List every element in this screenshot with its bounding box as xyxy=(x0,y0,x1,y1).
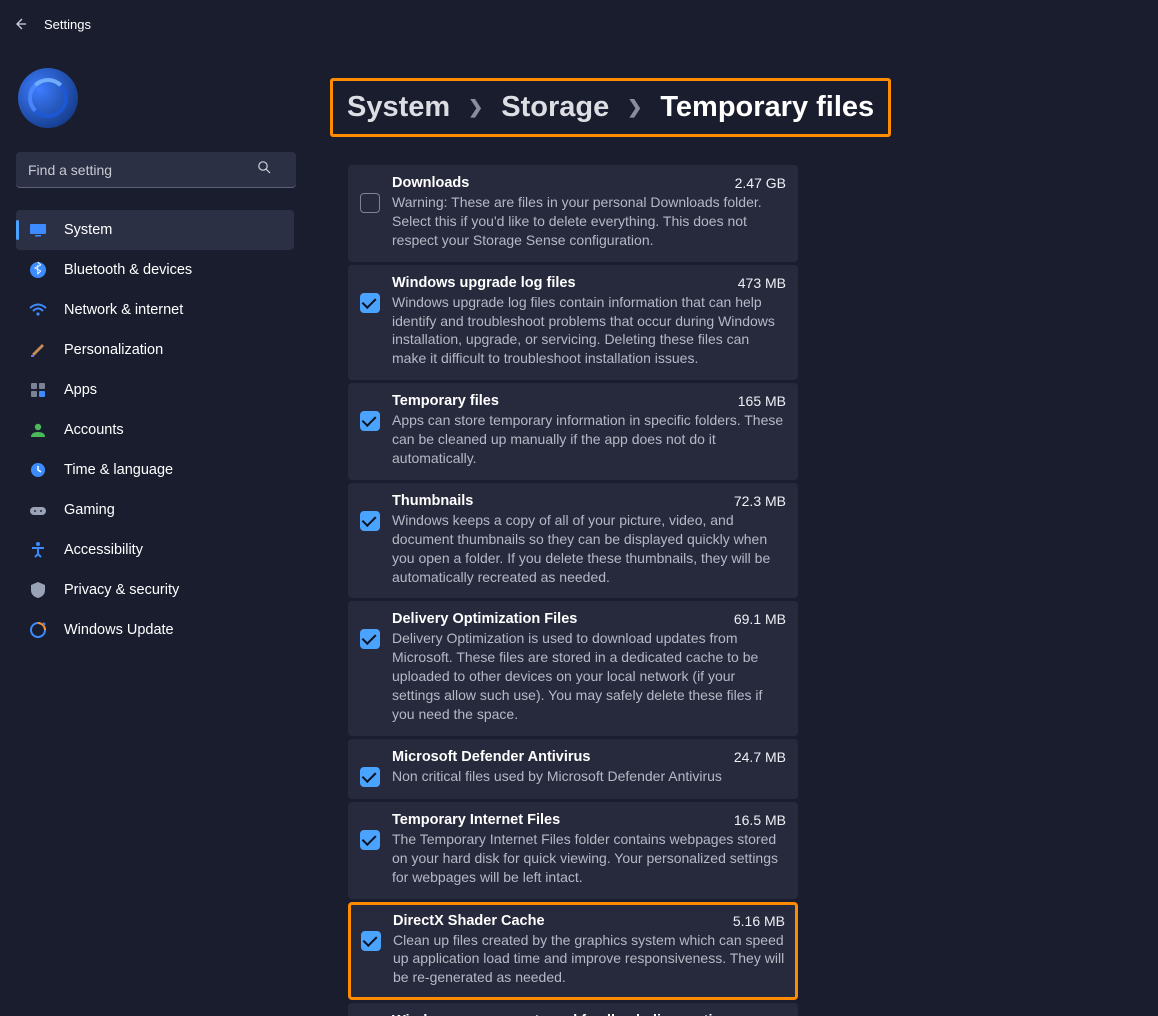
checkbox[interactable] xyxy=(360,629,380,649)
item-body: Downloads 2.47 GB Warning: These are fil… xyxy=(392,175,786,250)
breadcrumb: System ❯ Storage ❯ Temporary files xyxy=(330,78,891,137)
checkbox[interactable] xyxy=(361,931,381,951)
sidebar-item-apps[interactable]: Apps xyxy=(16,370,294,410)
list-item[interactable]: DirectX Shader Cache 5.16 MB Clean up fi… xyxy=(348,902,798,1001)
sidebar-item-personalization[interactable]: Personalization xyxy=(16,330,294,370)
sidebar-item-label: Apps xyxy=(64,382,97,398)
list-item[interactable]: Temporary Internet Files 16.5 MB The Tem… xyxy=(348,802,798,899)
accessibility-icon xyxy=(28,540,48,560)
list-item[interactable]: Delivery Optimization Files 69.1 MB Deli… xyxy=(348,601,798,735)
system-icon xyxy=(28,220,48,240)
sidebar-item-accessibility[interactable]: Accessibility xyxy=(16,530,294,570)
titlebar: Settings xyxy=(0,0,1158,48)
breadcrumb-storage[interactable]: Storage xyxy=(501,91,609,124)
sidebar-item-label: Bluetooth & devices xyxy=(64,262,192,278)
search-input[interactable] xyxy=(16,152,296,188)
main-panel: System ❯ Storage ❯ Temporary files Downl… xyxy=(310,48,1158,1016)
network-icon xyxy=(28,300,48,320)
item-size: 24.7 MB xyxy=(734,749,786,765)
sidebar-item-label: Windows Update xyxy=(64,622,174,638)
sidebar-item-label: System xyxy=(64,222,112,238)
time-language-icon xyxy=(28,460,48,480)
sidebar-item-system[interactable]: System xyxy=(16,210,294,250)
item-body: Temporary Internet Files 16.5 MB The Tem… xyxy=(392,812,786,887)
item-title: Delivery Optimization Files xyxy=(392,611,577,627)
chevron-right-icon: ❯ xyxy=(468,97,483,118)
item-body: DirectX Shader Cache 5.16 MB Clean up fi… xyxy=(393,913,785,988)
item-description: Clean up files created by the graphics s… xyxy=(393,931,785,988)
checkbox[interactable] xyxy=(360,830,380,850)
personalization-icon xyxy=(28,340,48,360)
item-size: 16.5 MB xyxy=(734,812,786,828)
item-size: 72.3 MB xyxy=(734,493,786,509)
temp-files-list: Downloads 2.47 GB Warning: These are fil… xyxy=(348,165,798,1016)
bluetooth-icon xyxy=(28,260,48,280)
checkbox[interactable] xyxy=(360,511,380,531)
item-description: Apps can store temporary information in … xyxy=(392,411,786,468)
search-box xyxy=(16,152,294,188)
breadcrumb-current: Temporary files xyxy=(660,91,874,124)
content: System Bluetooth & devices Network & inter… xyxy=(0,48,1158,1016)
sidebar-item-label: Personalization xyxy=(64,342,163,358)
item-body: Temporary files 165 MB Apps can store te… xyxy=(392,393,786,468)
item-title: Microsoft Defender Antivirus xyxy=(392,749,590,765)
sidebar-item-bluetooth[interactable]: Bluetooth & devices xyxy=(16,250,294,290)
item-description: Warning: These are files in your persona… xyxy=(392,193,786,250)
gaming-icon xyxy=(28,500,48,520)
sidebar-item-label: Accounts xyxy=(64,422,124,438)
sidebar: System Bluetooth & devices Network & inter… xyxy=(0,48,310,1016)
privacy-icon xyxy=(28,580,48,600)
apps-icon xyxy=(28,380,48,400)
item-title: Temporary Internet Files xyxy=(392,812,560,828)
item-description: Windows upgrade log files contain inform… xyxy=(392,293,786,369)
checkbox[interactable] xyxy=(360,193,380,213)
list-item[interactable]: Thumbnails 72.3 MB Windows keeps a copy … xyxy=(348,483,798,599)
list-item[interactable]: Microsoft Defender Antivirus 24.7 MB Non… xyxy=(348,739,798,799)
avatar[interactable] xyxy=(18,68,78,128)
sidebar-item-time-language[interactable]: Time & language xyxy=(16,450,294,490)
checkbox[interactable] xyxy=(360,767,380,787)
item-description: Windows keeps a copy of all of your pict… xyxy=(392,511,786,587)
item-title: Windows upgrade log files xyxy=(392,275,576,291)
sidebar-item-gaming[interactable]: Gaming xyxy=(16,490,294,530)
item-description: Delivery Optimization is used to downloa… xyxy=(392,629,786,723)
sidebar-item-network[interactable]: Network & internet xyxy=(16,290,294,330)
item-title: Thumbnails xyxy=(392,493,473,509)
sidebar-item-accounts[interactable]: Accounts xyxy=(16,410,294,450)
checkbox[interactable] xyxy=(360,411,380,431)
accounts-icon xyxy=(28,420,48,440)
item-title: Temporary files xyxy=(392,393,499,409)
sidebar-item-label: Time & language xyxy=(64,462,173,478)
sidebar-item-label: Network & internet xyxy=(64,302,183,318)
windows-update-icon xyxy=(28,620,48,640)
checkbox[interactable] xyxy=(360,293,380,313)
item-title: DirectX Shader Cache xyxy=(393,913,545,929)
item-body: Thumbnails 72.3 MB Windows keeps a copy … xyxy=(392,493,786,587)
sidebar-item-label: Accessibility xyxy=(64,542,143,558)
sidebar-item-windows-update[interactable]: Windows Update xyxy=(16,610,294,650)
list-item[interactable]: Windows upgrade log files 473 MB Windows… xyxy=(348,265,798,381)
item-body: Delivery Optimization Files 69.1 MB Deli… xyxy=(392,611,786,723)
list-item[interactable]: Downloads 2.47 GB Warning: These are fil… xyxy=(348,165,798,262)
item-size: 473 MB xyxy=(738,275,786,291)
item-description: The Temporary Internet Files folder cont… xyxy=(392,830,786,887)
back-button[interactable] xyxy=(12,16,28,32)
item-body: Microsoft Defender Antivirus 24.7 MB Non… xyxy=(392,749,786,787)
sidebar-item-label: Gaming xyxy=(64,502,115,518)
item-title: Downloads xyxy=(392,175,469,191)
sidebar-item-label: Privacy & security xyxy=(64,582,179,598)
sidebar-item-privacy[interactable]: Privacy & security xyxy=(16,570,294,610)
item-size: 5.16 MB xyxy=(733,913,785,929)
item-size: 69.1 MB xyxy=(734,611,786,627)
list-item[interactable]: Windows error reports and feedback diagn… xyxy=(348,1003,798,1016)
item-description: Non critical files used by Microsoft Def… xyxy=(392,767,786,786)
list-item[interactable]: Temporary files 165 MB Apps can store te… xyxy=(348,383,798,480)
item-size: 165 MB xyxy=(738,393,786,409)
app-title: Settings xyxy=(44,17,91,32)
breadcrumb-system[interactable]: System xyxy=(347,91,450,124)
chevron-right-icon: ❯ xyxy=(627,97,642,118)
item-size: 2.47 GB xyxy=(735,175,786,191)
item-body: Windows upgrade log files 473 MB Windows… xyxy=(392,275,786,369)
